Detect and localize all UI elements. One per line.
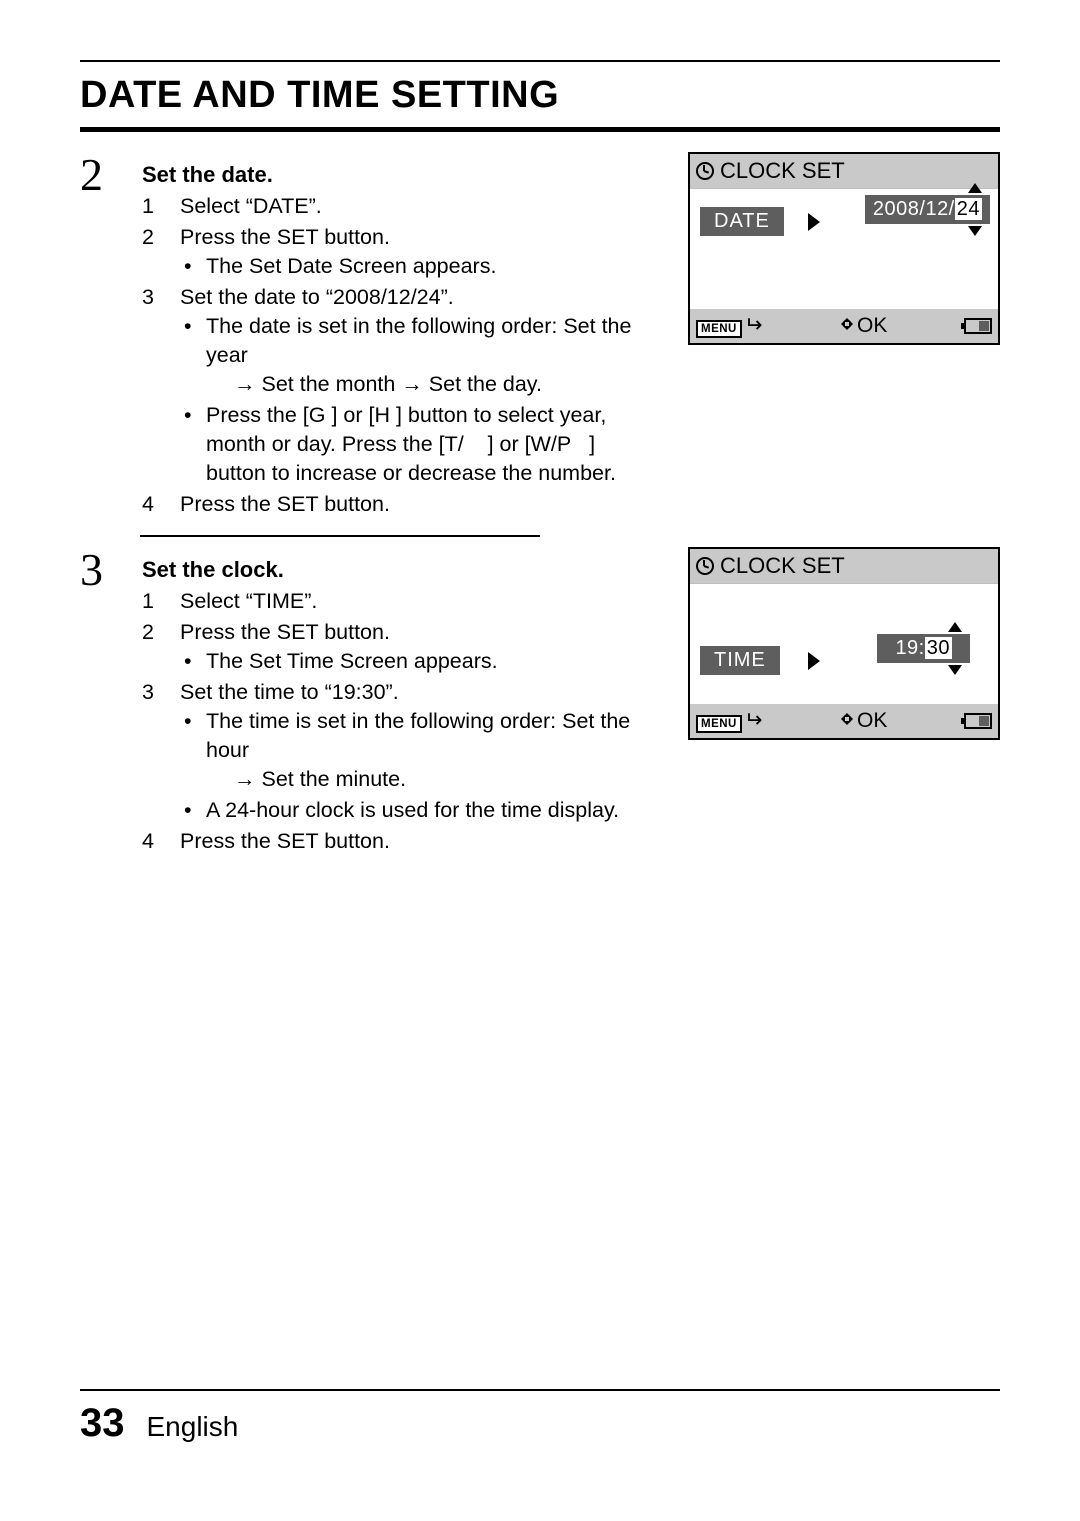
- bullet-item: Press the [G ] or [H ] button to select …: [206, 401, 660, 488]
- menu-icon: MENU: [696, 320, 742, 338]
- caret-down-icon: [948, 665, 962, 675]
- step-body: Set the date. Select “DATE”. Press the S…: [142, 152, 660, 521]
- lcd-screen-date: CLOCK SET DATE 2008/12/24 MENU↵ OK: [688, 152, 1000, 345]
- lcd-value: 19:30: [877, 634, 970, 663]
- dpad-icon: [839, 711, 855, 727]
- top-rule: [80, 60, 1000, 62]
- step-3: 3 Set the clock. Select “TIME”. Press th…: [80, 547, 1000, 858]
- page-title: DATE AND TIME SETTING: [80, 74, 1000, 117]
- play-icon: [808, 652, 820, 670]
- bullet-item: A 24-hour clock is used for the time dis…: [206, 796, 660, 825]
- list-item: Select “TIME”.: [142, 587, 660, 616]
- lcd-menu: MENU↵: [696, 314, 762, 338]
- menu-icon: MENU: [696, 715, 742, 733]
- lcd-field-label: DATE: [700, 207, 784, 236]
- step-number: 3: [80, 547, 114, 858]
- lcd-illustration: CLOCK SET TIME 19:30 MENU↵ OK: [688, 547, 1000, 858]
- page-number: 33: [80, 1401, 125, 1446]
- caret-down-icon: [968, 226, 982, 236]
- step-body: Set the clock. Select “TIME”. Press the …: [142, 547, 660, 858]
- caret-up-icon: [948, 622, 962, 632]
- bullet-item: The Set Time Screen appears.: [206, 647, 660, 676]
- lcd-titlebar: CLOCK SET: [690, 549, 998, 584]
- list-item: Press the SET button.: [142, 827, 660, 856]
- lcd-illustration: CLOCK SET DATE 2008/12/24 MENU↵ OK: [688, 152, 1000, 521]
- section-divider: [140, 535, 540, 537]
- lcd-footer: MENU↵ OK: [690, 704, 998, 738]
- lcd-title: CLOCK SET: [720, 158, 845, 184]
- manual-page: DATE AND TIME SETTING 2 Set the date. Se…: [0, 0, 1080, 1521]
- bullet-item: The date is set in the following order: …: [206, 312, 660, 399]
- page-language: English: [147, 1411, 239, 1443]
- lcd-ok: OK: [839, 314, 887, 338]
- bullet-item: The time is set in the following order: …: [206, 707, 660, 794]
- lcd-menu: MENU↵: [696, 709, 762, 733]
- list-item: Set the date to “2008/12/24”. The date i…: [142, 283, 660, 488]
- dpad-icon: [839, 316, 855, 332]
- step-instructions: Select “DATE”. Press the SET button. The…: [142, 192, 660, 519]
- battery-icon: [964, 713, 992, 729]
- lcd-footer: MENU↵ OK: [690, 309, 998, 343]
- battery-icon: [964, 318, 992, 334]
- list-item: Press the SET button. The Set Time Scree…: [142, 618, 660, 676]
- footer-rule: [80, 1389, 1000, 1391]
- title-underline: [80, 127, 1000, 132]
- list-item: Press the SET button.: [142, 490, 660, 519]
- lcd-body: DATE 2008/12/24: [690, 189, 998, 309]
- step-number: 2: [80, 152, 114, 521]
- list-item: Set the time to “19:30”. The time is set…: [142, 678, 660, 825]
- lcd-screen-time: CLOCK SET TIME 19:30 MENU↵ OK: [688, 547, 1000, 740]
- lcd-body: TIME 19:30: [690, 584, 998, 704]
- bullet-item: The Set Date Screen appears.: [206, 252, 660, 281]
- lcd-field-label: TIME: [700, 646, 780, 675]
- step-heading: Set the date.: [142, 152, 660, 190]
- play-icon: [808, 213, 820, 231]
- lcd-value-group: 19:30: [877, 622, 970, 675]
- return-icon: ↵: [744, 709, 762, 731]
- step-heading: Set the clock.: [142, 547, 660, 585]
- list-item: Select “DATE”.: [142, 192, 660, 221]
- clock-icon: [696, 557, 714, 575]
- clock-icon: [696, 162, 714, 180]
- lcd-value: 2008/12/24: [865, 195, 990, 224]
- lcd-title: CLOCK SET: [720, 553, 845, 579]
- lcd-ok: OK: [839, 709, 887, 733]
- step-2: 2 Set the date. Select “DATE”. Press the…: [80, 152, 1000, 521]
- step-instructions: Select “TIME”. Press the SET button. The…: [142, 587, 660, 856]
- caret-up-icon: [968, 183, 982, 193]
- return-icon: ↵: [744, 314, 762, 336]
- lcd-value-group: 2008/12/24: [865, 183, 990, 236]
- page-footer: 33 English: [80, 1401, 238, 1446]
- list-item: Press the SET button. The Set Date Scree…: [142, 223, 660, 281]
